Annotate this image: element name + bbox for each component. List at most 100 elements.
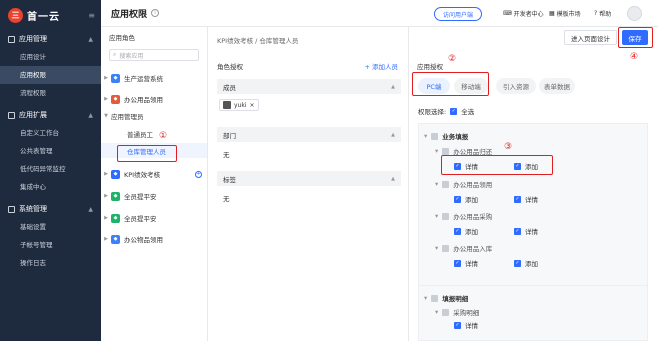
group-checkbox[interactable]: [431, 294, 439, 302]
visit-user-portal-button[interactable]: 访问用户端: [434, 7, 483, 21]
form-row[interactable]: ▾ 办公用品采购: [435, 211, 492, 221]
perm-label: 详情: [525, 196, 538, 204]
add-member-button[interactable]: + 添加人员: [364, 61, 398, 71]
perm-option[interactable]: ✓ 添加: [454, 226, 478, 236]
chevron-up-icon: ▲: [391, 131, 395, 138]
user-avatar[interactable]: [627, 6, 642, 21]
app-auth-title: 应用授权: [417, 63, 443, 71]
app-label: 全员提平安: [124, 215, 157, 223]
app-window: 三 首一云 ≡ 应用管理 ▲ 应用设计 应用权限 流程权限 应用扩展 ▲ 自定义…: [0, 0, 658, 341]
menu-item-lowcode-monitor[interactable]: 低代码异常监控: [0, 160, 101, 178]
app-tree-item[interactable]: ▶ ◆ KPI绩效考核 +: [101, 167, 207, 181]
enter-page-design-button[interactable]: 进入页面设计: [564, 30, 617, 45]
chevron-right-icon: ▶: [104, 96, 108, 102]
perm-option[interactable]: ✓ 添加: [514, 258, 538, 268]
brand-name: 首一云: [27, 11, 60, 23]
group-header[interactable]: ▾ 填报明细: [424, 293, 468, 303]
app-search-input[interactable]: ⌕ 搜索应用: [109, 49, 199, 61]
menu-item-subaccount[interactable]: 子帐号管理: [0, 236, 101, 254]
menu-item-app-design[interactable]: 应用设计: [0, 48, 101, 66]
help-link[interactable]: ? 帮助: [594, 9, 611, 18]
form-label: 办公用品入库: [453, 245, 493, 253]
chevron-up-icon: ▲: [88, 35, 93, 43]
perm-checkbox[interactable]: ✓: [514, 259, 521, 267]
menu-group-app-management[interactable]: 应用管理 ▲: [0, 30, 101, 48]
perm-checkbox[interactable]: ✓: [514, 195, 521, 203]
perm-checkbox[interactable]: ✓: [454, 227, 461, 235]
perm-checkbox[interactable]: ✓: [514, 227, 521, 235]
tab-resources[interactable]: 引入资源: [496, 78, 536, 94]
search-icon: ⌕: [113, 51, 117, 58]
form-row[interactable]: ▾ 采购明细: [435, 307, 479, 317]
form-checkbox[interactable]: [442, 308, 450, 316]
form-checkbox[interactable]: [442, 147, 450, 155]
menu-collapse-icon[interactable]: ≡: [88, 11, 95, 20]
app-label: 办公物品领用: [124, 236, 163, 244]
perm-option[interactable]: ✓ 详情: [454, 320, 478, 330]
perm-option[interactable]: ✓ 详情: [514, 226, 538, 236]
perm-label: 详情: [465, 260, 478, 268]
sidebar: 三 首一云 ≡ 应用管理 ▲ 应用设计 应用权限 流程权限 应用扩展 ▲ 自定义…: [0, 0, 101, 341]
perm-option[interactable]: ✓ 添加: [454, 194, 478, 204]
tag-title: 标签: [223, 175, 236, 184]
settings-icon: [8, 205, 15, 213]
group-header[interactable]: ▾ 业务填报: [424, 131, 468, 141]
chevron-down-icon: ▾: [435, 244, 439, 252]
search-placeholder: 搜索应用: [119, 52, 144, 60]
menu-group-system[interactable]: 系统管理 ▲: [0, 200, 101, 218]
template-market-link[interactable]: ▦ 模板市场: [549, 9, 581, 18]
perm-option[interactable]: ✓ 详情: [514, 194, 538, 204]
menu-item-integration[interactable]: 集成中心: [0, 178, 101, 196]
role-item-staff[interactable]: 普通员工: [101, 126, 207, 141]
chevron-down-icon: ▾: [424, 294, 428, 302]
app-tree-item[interactable]: ▶ ◆ 全员提平安: [101, 211, 207, 225]
app-tree-item[interactable]: ▶ ◆ 全员提平安: [101, 189, 207, 203]
template-icon: ▦: [549, 10, 555, 17]
menu-item-custom-workbench[interactable]: 自定义工作台: [0, 124, 101, 142]
form-checkbox[interactable]: [442, 212, 450, 220]
select-all-checkbox[interactable]: ✓: [450, 107, 458, 115]
perm-checkbox[interactable]: ✓: [454, 195, 461, 203]
menu-group-label: 系统管理: [19, 205, 47, 213]
info-icon[interactable]: i: [151, 9, 160, 17]
add-role-icon[interactable]: +: [195, 170, 202, 178]
annotation-number-1: ①: [159, 131, 168, 141]
members-header[interactable]: 成员 ▲: [217, 79, 401, 94]
perm-label: 添加: [465, 228, 478, 236]
menu-item-basic-settings[interactable]: 基础设置: [0, 218, 101, 236]
role-auth-title: 角色授权: [217, 63, 243, 71]
tag-header[interactable]: 标签 ▲: [217, 171, 401, 186]
close-icon[interactable]: ×: [250, 102, 255, 109]
app-tree-item[interactable]: ▶ ◆ 办公物品领用: [101, 232, 207, 246]
menu-item-public-table[interactable]: 公共表管理: [0, 142, 101, 160]
role-label: 普通员工: [127, 130, 153, 139]
form-row[interactable]: ▾ 办公用品领用: [435, 179, 492, 189]
help-icon: ?: [594, 10, 598, 17]
developer-center-link[interactable]: ⌨ 开发者中心: [503, 9, 544, 18]
form-checkbox[interactable]: [442, 244, 450, 252]
annotation-box-save: [618, 27, 653, 48]
app-icon: ◆: [111, 73, 120, 83]
menu-item-app-permission[interactable]: 应用权限: [0, 66, 101, 84]
app-tree-item[interactable]: ▶ ◆ 生产运营系统: [101, 71, 207, 85]
role-group-label: 应用管理员: [111, 113, 144, 121]
dept-header[interactable]: 部门 ▲: [217, 127, 401, 142]
link-label: 帮助: [599, 11, 612, 18]
menu-item-oplog[interactable]: 操作日志: [0, 254, 101, 272]
app-tree-item[interactable]: ▶ ◆ 办公用品领用: [101, 92, 207, 106]
perm-checkbox[interactable]: ✓: [454, 259, 461, 267]
tab-form-data[interactable]: 表单数据: [539, 78, 575, 94]
chevron-right-icon: ▶: [104, 193, 108, 199]
role-group[interactable]: ▼ 应用管理员: [101, 109, 207, 123]
annotation-box-perms: [441, 155, 553, 175]
form-checkbox[interactable]: [442, 180, 450, 188]
breadcrumb: KPI绩效考核 / 仓库管理人员: [217, 37, 299, 45]
form-row[interactable]: ▾ 办公用品入库: [435, 243, 492, 253]
menu-item-flow-permission[interactable]: 流程权限: [0, 84, 101, 102]
member-panel: KPI绩效考核 / 仓库管理人员 角色授权 + 添加人员 成员 ▲ yuki ×…: [209, 27, 409, 341]
menu-group-app-extension[interactable]: 应用扩展 ▲: [0, 106, 101, 124]
group-checkbox[interactable]: [431, 132, 439, 140]
code-icon: ⌨: [503, 10, 512, 17]
perm-option[interactable]: ✓ 详情: [454, 258, 478, 268]
perm-checkbox[interactable]: ✓: [454, 321, 461, 329]
